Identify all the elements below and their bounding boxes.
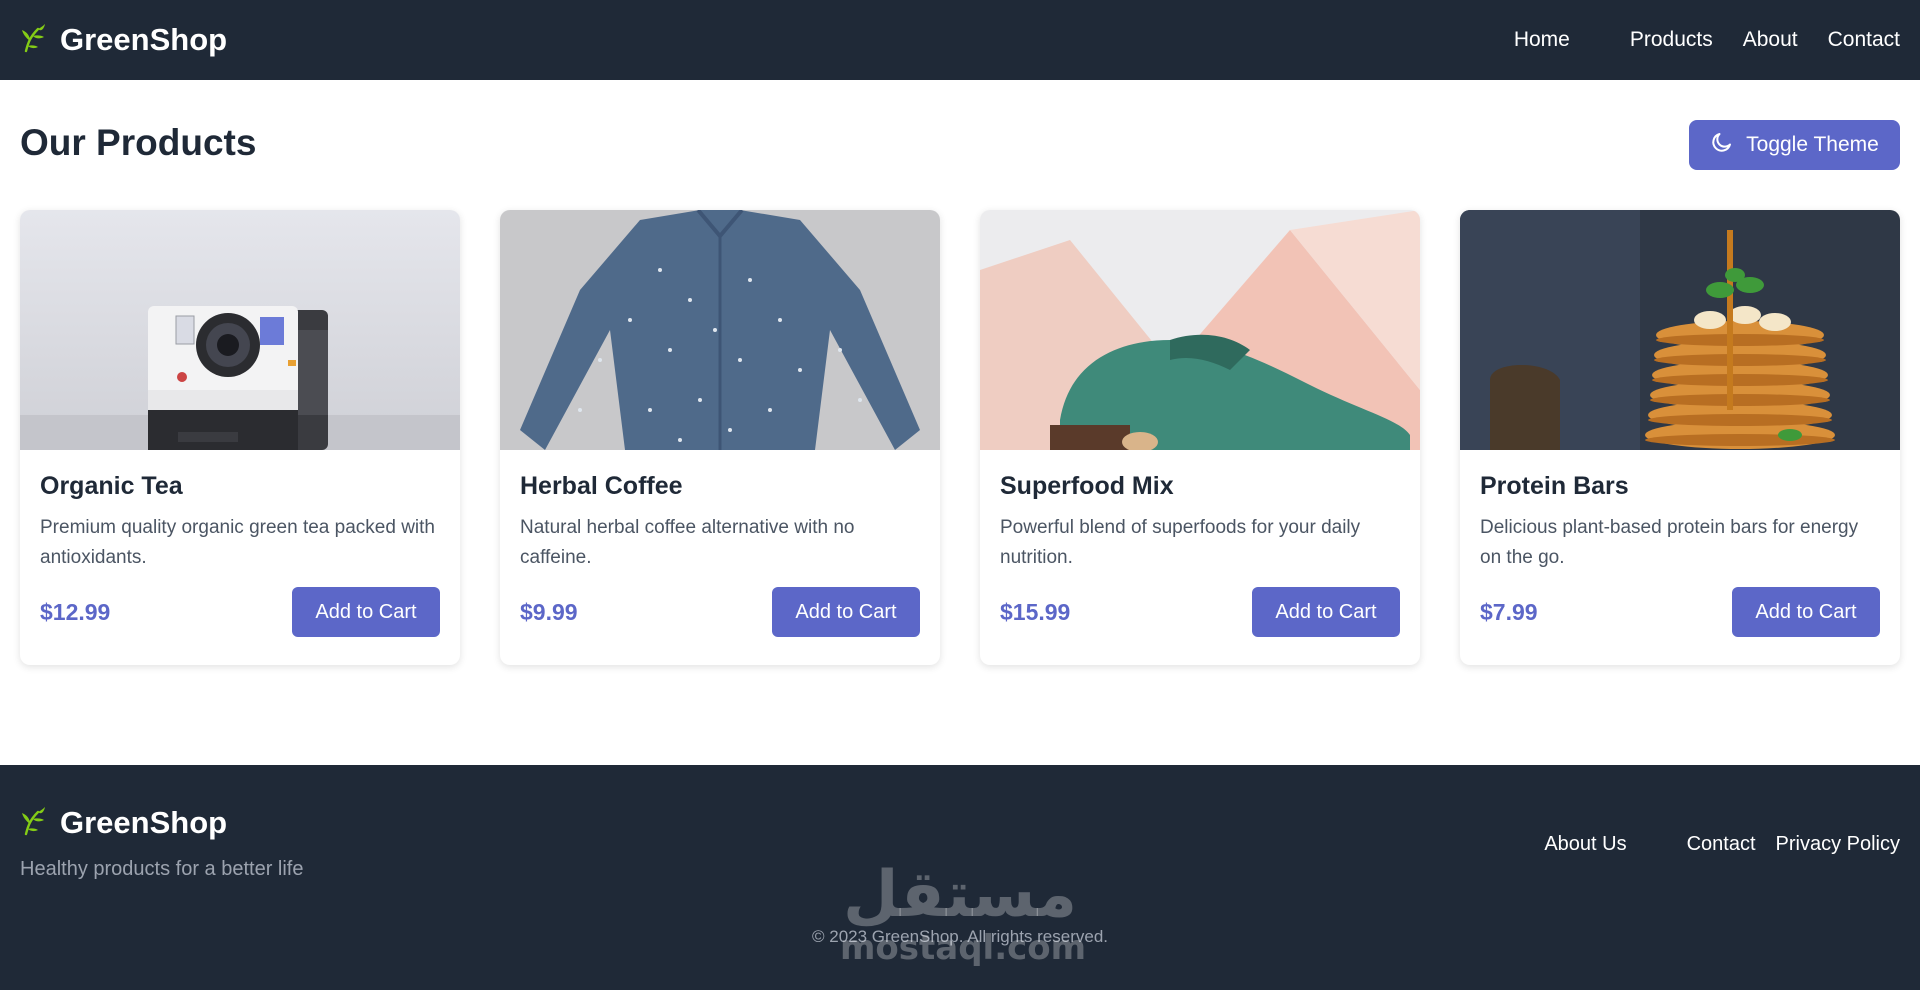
navbar-brand[interactable]: GreenShop xyxy=(20,22,227,58)
watermark: مستقل mostaql.com xyxy=(840,858,1086,966)
footer-tagline: Healthy products for a better life xyxy=(20,858,304,880)
toggle-theme-button[interactable]: Toggle Theme xyxy=(1689,120,1900,170)
page-title: Our Products xyxy=(20,122,257,163)
product-description: Premium quality organic green tea packed… xyxy=(40,517,435,568)
footer-link-about-us[interactable]: About Us xyxy=(1544,833,1626,856)
add-to-cart-button[interactable]: Add to Cart xyxy=(1732,587,1880,637)
footer-link-privacy-policy[interactable]: Privacy Policy xyxy=(1776,833,1900,856)
product-card-superfood-mix: Superfood Mix Powerful blend of superfoo… xyxy=(980,210,1420,665)
navbar: GreenShop Home Products About Contact xyxy=(0,0,1920,80)
moon-icon xyxy=(1710,130,1734,160)
product-card-organic-tea: Organic Tea Premium quality organic gree… xyxy=(20,210,460,665)
product-title: Herbal Coffee xyxy=(520,472,683,500)
product-price: $9.99 xyxy=(520,598,578,625)
product-price: $7.99 xyxy=(1480,598,1538,625)
add-to-cart-button[interactable]: Add to Cart xyxy=(772,587,920,637)
leaf-icon xyxy=(20,806,46,841)
product-description: Powerful blend of superfoods for your da… xyxy=(1000,517,1361,568)
product-price: $15.99 xyxy=(1000,598,1071,625)
leaf-icon xyxy=(20,23,46,58)
product-card-protein-bars: Protein Bars Delicious plant-based prote… xyxy=(1460,210,1900,665)
product-image-camera xyxy=(20,210,460,450)
nav-link-products[interactable]: Products xyxy=(1630,28,1713,52)
footer: GreenShop Healthy products for a better … xyxy=(0,765,1920,990)
product-price: $12.99 xyxy=(40,598,111,625)
nav-link-contact[interactable]: Contact xyxy=(1828,28,1900,52)
watermark-arabic: مستقل xyxy=(842,858,1078,932)
add-to-cart-button[interactable]: Add to Cart xyxy=(292,587,440,637)
product-image-shirt xyxy=(500,210,940,450)
brand-name: GreenShop xyxy=(60,22,228,57)
product-image-shoe xyxy=(980,210,1420,450)
product-title: Protein Bars xyxy=(1480,472,1629,500)
product-title: Organic Tea xyxy=(40,472,183,500)
product-title: Superfood Mix xyxy=(1000,472,1174,500)
footer-link-contact[interactable]: Contact xyxy=(1687,833,1756,856)
footer-brand[interactable]: GreenShop xyxy=(20,805,227,841)
nav-link-about[interactable]: About xyxy=(1743,28,1798,52)
product-image-pancakes xyxy=(1460,210,1900,450)
nav-links: Home Products About Contact xyxy=(1484,28,1900,52)
footer-links: About Us Contact Privacy Policy xyxy=(1524,833,1900,856)
footer-copyright: © 2023 GreenShop. All rights reserved. xyxy=(811,927,1109,946)
nav-link-home[interactable]: Home xyxy=(1514,28,1570,52)
toggle-theme-label: Toggle Theme xyxy=(1746,133,1879,156)
add-to-cart-button[interactable]: Add to Cart xyxy=(1252,587,1400,637)
product-description: Natural herbal coffee alternative with n… xyxy=(520,517,855,568)
footer-brand-name: GreenShop xyxy=(60,805,228,840)
product-card-herbal-coffee: Herbal Coffee Natural herbal coffee alte… xyxy=(500,210,940,665)
product-description: Delicious plant-based protein bars for e… xyxy=(1480,517,1859,568)
